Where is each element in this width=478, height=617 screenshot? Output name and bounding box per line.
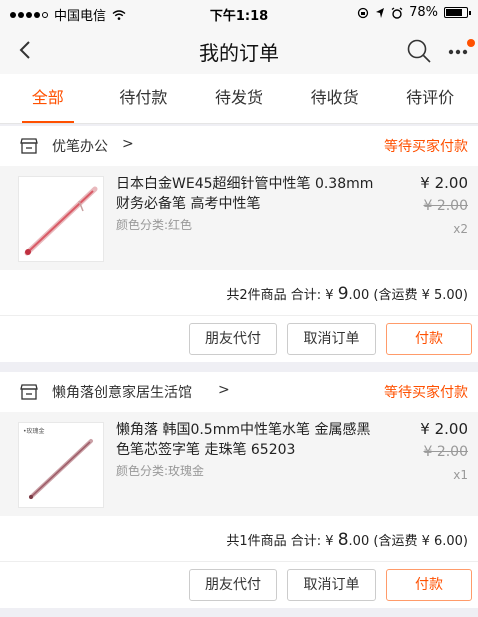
order-actions: 朋友代付 取消订单 付款 <box>0 316 478 362</box>
shop-row[interactable]: 懒角落创意家居生活馆 > 等待买家付款 <box>0 372 478 412</box>
friend-pay-button[interactable]: 朋友代付 <box>189 569 277 601</box>
shop-name[interactable]: 懒角落创意家居生活馆 <box>52 382 192 402</box>
location-icon <box>376 7 385 18</box>
alarm-icon <box>391 6 403 19</box>
store-icon <box>20 138 38 154</box>
order-total-text: 共1件商品 合计: ¥ 8.00 (含运费 ¥ 6.00) <box>226 530 468 550</box>
summary-total-big: 8 <box>337 530 349 550</box>
order-card: 懒角落创意家居生活馆 > 等待买家付款 •玫瑰金 懒角落 韩国0.5mm中性笔水… <box>0 372 478 608</box>
store-icon <box>20 384 38 400</box>
status-right: 78% <box>357 5 471 20</box>
shop-name[interactable]: 优笔办公 <box>52 136 108 156</box>
product-item[interactable]: •玫瑰金 懒角落 韩国0.5mm中性笔水笔 金属感黑色笔芯签字笔 走珠笔 652… <box>0 412 478 516</box>
product-title[interactable]: 日本白金WE45超细针管中性笔 0.38mm 财务必备笔 高考中性笔 <box>116 174 378 214</box>
product-variant: 颜色分类:玫瑰金 <box>116 464 205 478</box>
thumbnail-label: •玫瑰金 <box>23 428 45 435</box>
tab-all[interactable]: 全部 <box>0 74 96 123</box>
shop-arrow[interactable]: > <box>218 382 230 398</box>
pay-button[interactable]: 付款 <box>386 323 472 355</box>
tab-pending-review[interactable]: 待评价 <box>382 74 478 123</box>
product-thumbnail[interactable] <box>18 176 104 262</box>
summary-suffix: (含运费 ¥ 5.00) <box>369 288 468 303</box>
order-actions: 朋友代付 取消订单 付款 <box>0 562 478 608</box>
pay-button[interactable]: 付款 <box>386 569 472 601</box>
order-tabs: 全部 待付款 待发货 待收货 待评价 <box>0 74 478 124</box>
shop-row[interactable]: 优笔办公 > 等待买家付款 <box>0 126 478 166</box>
red-pen-image <box>24 186 98 256</box>
product-price: ¥ 2.00 <box>420 174 468 192</box>
notification-dot <box>467 39 475 47</box>
product-original-price: ¥ 2.00 <box>423 198 468 214</box>
summary-total-big: 9 <box>337 284 349 304</box>
tab-pending-payment[interactable]: 待付款 <box>96 74 192 123</box>
rose-gold-pen-image <box>29 439 93 499</box>
product-variant: 颜色分类:红色 <box>116 218 193 232</box>
product-price: ¥ 2.00 <box>420 420 468 438</box>
product-quantity: x1 <box>453 468 468 482</box>
order-status: 等待买家付款 <box>384 139 468 155</box>
order-summary: 共1件商品 合计: ¥ 8.00 (含运费 ¥ 6.00) <box>0 516 478 562</box>
product-item[interactable]: 日本白金WE45超细针管中性笔 0.38mm 财务必备笔 高考中性笔 颜色分类:… <box>0 166 478 270</box>
battery-icon <box>444 7 471 18</box>
order-status: 等待买家付款 <box>384 385 468 401</box>
friend-pay-button[interactable]: 朋友代付 <box>189 323 277 355</box>
rotation-lock-icon <box>357 7 369 18</box>
battery-percent: 78% <box>409 5 438 20</box>
shop-arrow[interactable]: > <box>122 136 134 152</box>
product-thumbnail[interactable]: •玫瑰金 <box>18 422 104 508</box>
tab-pending-receipt[interactable]: 待收货 <box>287 74 383 123</box>
order-total-text: 共2件商品 合计: ¥ 9.00 (含运费 ¥ 5.00) <box>226 284 468 304</box>
order-card: 优笔办公 > 等待买家付款 日本白金WE45超细针管中性笔 0.38mm 财务必… <box>0 126 478 362</box>
search-icon[interactable] <box>406 38 432 64</box>
status-bar: 中国电信 下午1:18 78% <box>0 0 478 26</box>
nav-bar: 我的订单 <box>0 26 478 74</box>
product-original-price: ¥ 2.00 <box>423 444 468 460</box>
summary-prefix: 共1件商品 合计: ¥ <box>226 534 338 549</box>
cancel-order-button[interactable]: 取消订单 <box>287 323 376 355</box>
cancel-order-button[interactable]: 取消订单 <box>287 569 376 601</box>
product-quantity: x2 <box>453 222 468 236</box>
summary-suffix: (含运费 ¥ 6.00) <box>369 534 468 549</box>
tab-pending-shipment[interactable]: 待发货 <box>191 74 287 123</box>
summary-prefix: 共2件商品 合计: ¥ <box>226 288 338 303</box>
order-summary: 共2件商品 合计: ¥ 9.00 (含运费 ¥ 5.00) <box>0 270 478 316</box>
summary-total-small: .00 <box>348 288 370 303</box>
summary-total-small: .00 <box>348 534 370 549</box>
product-title[interactable]: 懒角落 韩国0.5mm中性笔水笔 金属感黑色笔芯签字笔 走珠笔 65203 <box>116 420 378 460</box>
